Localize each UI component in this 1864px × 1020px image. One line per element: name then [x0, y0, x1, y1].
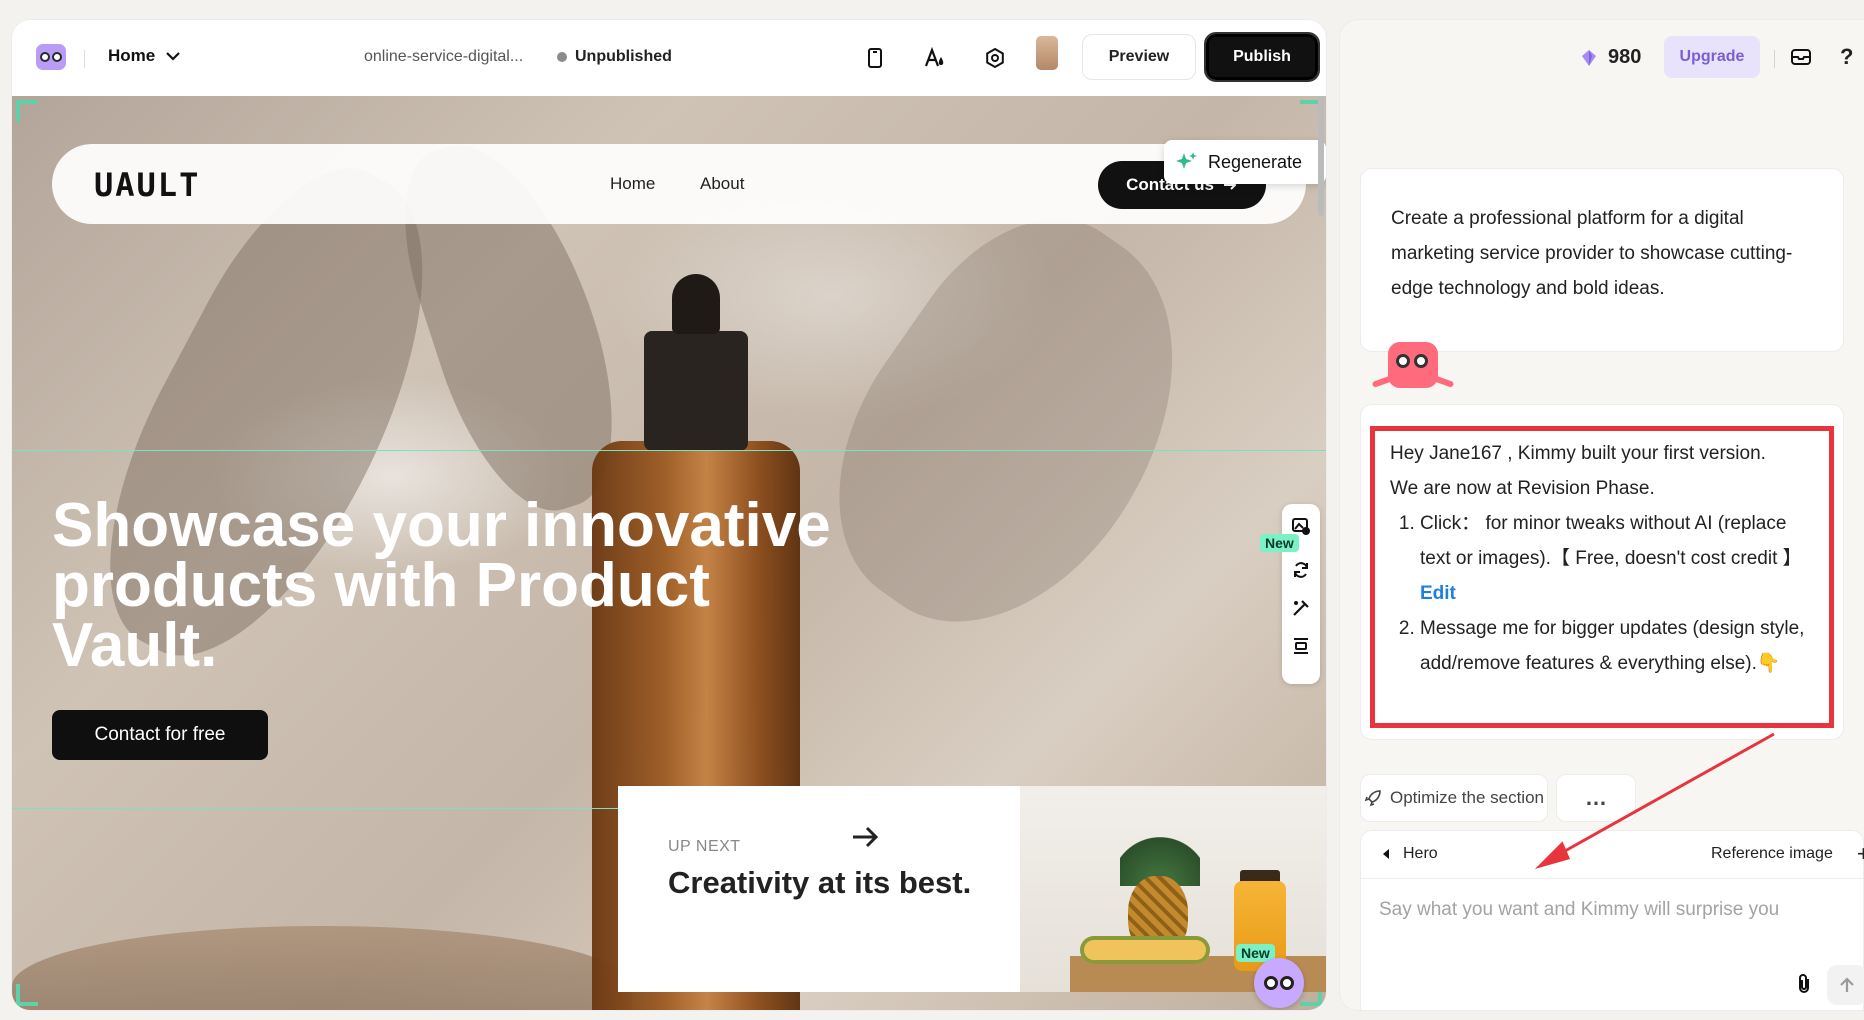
paperclip-icon[interactable] — [1793, 973, 1815, 995]
preview-button[interactable]: Preview — [1082, 34, 1196, 80]
font-style-button[interactable] — [922, 45, 948, 71]
add-reference-icon[interactable]: + — [1857, 841, 1864, 867]
kimmy-arm — [1429, 374, 1455, 388]
publish-button[interactable]: Publish — [1204, 32, 1320, 82]
assistant-steps: Click： for minor tweaks without AI (repl… — [1390, 506, 1820, 681]
send-button[interactable] — [1827, 965, 1864, 1005]
edit-link[interactable]: Edit — [1420, 583, 1456, 604]
topbar-divider — [84, 50, 85, 68]
rocket-icon — [1364, 790, 1381, 807]
sparkle-icon — [1176, 152, 1197, 169]
editor-panel: Home online-service-digital... Unpublish… — [12, 20, 1326, 1010]
pointing-down-emoji-icon: 👇 — [1756, 653, 1781, 674]
selection-corner — [16, 984, 38, 1006]
image-replace-icon[interactable] — [1291, 516, 1311, 536]
credit-count: 980 — [1608, 46, 1642, 68]
bottle-dropper — [644, 331, 748, 451]
status-dot-icon — [557, 52, 567, 62]
user-avatar[interactable] — [1036, 36, 1058, 70]
header-divider — [1774, 50, 1775, 68]
magic-edit-icon[interactable] — [1291, 598, 1311, 618]
arrow-right-icon[interactable] — [850, 822, 880, 852]
mobile-preview-button[interactable] — [862, 45, 888, 71]
site-canvas[interactable]: UAULT Home About Contact us Regenerate S… — [12, 96, 1326, 1010]
prompt-input[interactable] — [1379, 899, 1849, 921]
assistant-step-text: Message me for bigger updates (design st… — [1420, 618, 1805, 674]
section-selector-label: Hero — [1403, 845, 1438, 862]
selection-corner — [16, 100, 38, 122]
section-boundary — [12, 450, 1326, 451]
section-selector[interactable]: Hero — [1381, 845, 1438, 863]
inbox-icon[interactable] — [1790, 46, 1812, 68]
site-nav-about[interactable]: About — [700, 174, 744, 194]
assistant-step: Click： for minor tweaks without AI (repl… — [1420, 506, 1820, 611]
site-name: online-service-digital... — [364, 48, 524, 65]
upgrade-button[interactable]: Upgrade — [1664, 36, 1760, 78]
background-bowl — [12, 926, 632, 1010]
assistant-step-text: Click： for minor tweaks without AI (repl… — [1420, 513, 1802, 569]
site-nav-home[interactable]: Home — [610, 174, 655, 194]
upnext-kicker: UP NEXT — [668, 838, 741, 855]
regenerate-button[interactable]: Regenerate — [1164, 140, 1326, 184]
background-shadow — [776, 173, 1248, 679]
page-selector[interactable]: Home — [108, 46, 181, 66]
logo-eyes-icon — [40, 52, 62, 62]
site-settings-button[interactable] — [982, 45, 1008, 71]
pineapple-slices-image — [1080, 936, 1210, 964]
composer-header: Hero Reference image + — [1361, 831, 1864, 879]
gear-icon — [986, 47, 1004, 69]
regenerate-label: Regenerate — [1208, 151, 1303, 172]
user-message: Create a professional platform for a dig… — [1360, 168, 1844, 352]
prompt-composer: Hero Reference image + — [1360, 830, 1864, 1010]
kimmy-arm — [1371, 374, 1397, 388]
mobile-icon — [868, 48, 882, 68]
app-logo[interactable] — [36, 44, 66, 70]
site-navbar[interactable]: UAULT Home About Contact us — [52, 144, 1306, 224]
kimmy-assistant-button[interactable] — [1254, 958, 1304, 1008]
assistant-greeting: Hey Jane167 , Kimmy built your first ver… — [1390, 443, 1766, 464]
page-selector-label: Home — [108, 46, 156, 65]
site-brand-logo[interactable]: UAULT — [94, 166, 200, 204]
optimize-section-button[interactable]: Optimize the section — [1360, 774, 1548, 822]
kimmy-avatar — [1371, 342, 1455, 388]
publish-status: Unpublished — [557, 48, 672, 66]
assistant-message-text: Hey Jane167 , Kimmy built your first ver… — [1390, 436, 1820, 681]
section-toolbar — [1282, 504, 1320, 684]
eye-icon — [1264, 976, 1278, 990]
upnext-card[interactable]: UP NEXT Creativity at its best. — [618, 786, 1020, 992]
bottle-bulb — [672, 274, 720, 334]
optimize-section-label: Optimize the section — [1389, 788, 1544, 807]
font-paint-icon — [924, 47, 944, 67]
chat-panel: 980 Upgrade ? Create a professional plat… — [1340, 20, 1864, 1010]
credit-balance[interactable]: 980 — [1580, 46, 1641, 69]
align-center-icon[interactable] — [1291, 636, 1311, 656]
eye-icon — [1280, 976, 1294, 990]
reference-image-button[interactable]: Reference image — [1711, 845, 1833, 863]
editor-topbar: Home online-service-digital... Unpublish… — [12, 20, 1326, 94]
eye-icon — [1414, 354, 1428, 368]
help-icon[interactable]: ? — [1840, 44, 1853, 70]
eye-icon — [1396, 354, 1410, 368]
assistant-step: Message me for bigger updates (design st… — [1420, 611, 1820, 681]
credit-crystal-icon — [1582, 49, 1596, 66]
chevron-down-icon — [166, 52, 181, 61]
caret-left-icon — [1383, 849, 1389, 859]
publish-status-label: Unpublished — [575, 48, 672, 65]
hero-cta-button[interactable]: Contact for free — [52, 710, 268, 760]
new-badge: New — [1260, 534, 1299, 552]
assistant-phase: We are now at Revision Phase. — [1390, 478, 1655, 499]
arrow-up-icon — [1840, 977, 1854, 992]
refresh-icon[interactable] — [1291, 560, 1311, 580]
more-options-button[interactable]: … — [1556, 774, 1636, 822]
hero-title[interactable]: Showcase your innovative products with P… — [52, 495, 832, 677]
upnext-title: Creativity at its best. — [668, 865, 972, 900]
canvas-scrollbar[interactable] — [1318, 96, 1324, 216]
